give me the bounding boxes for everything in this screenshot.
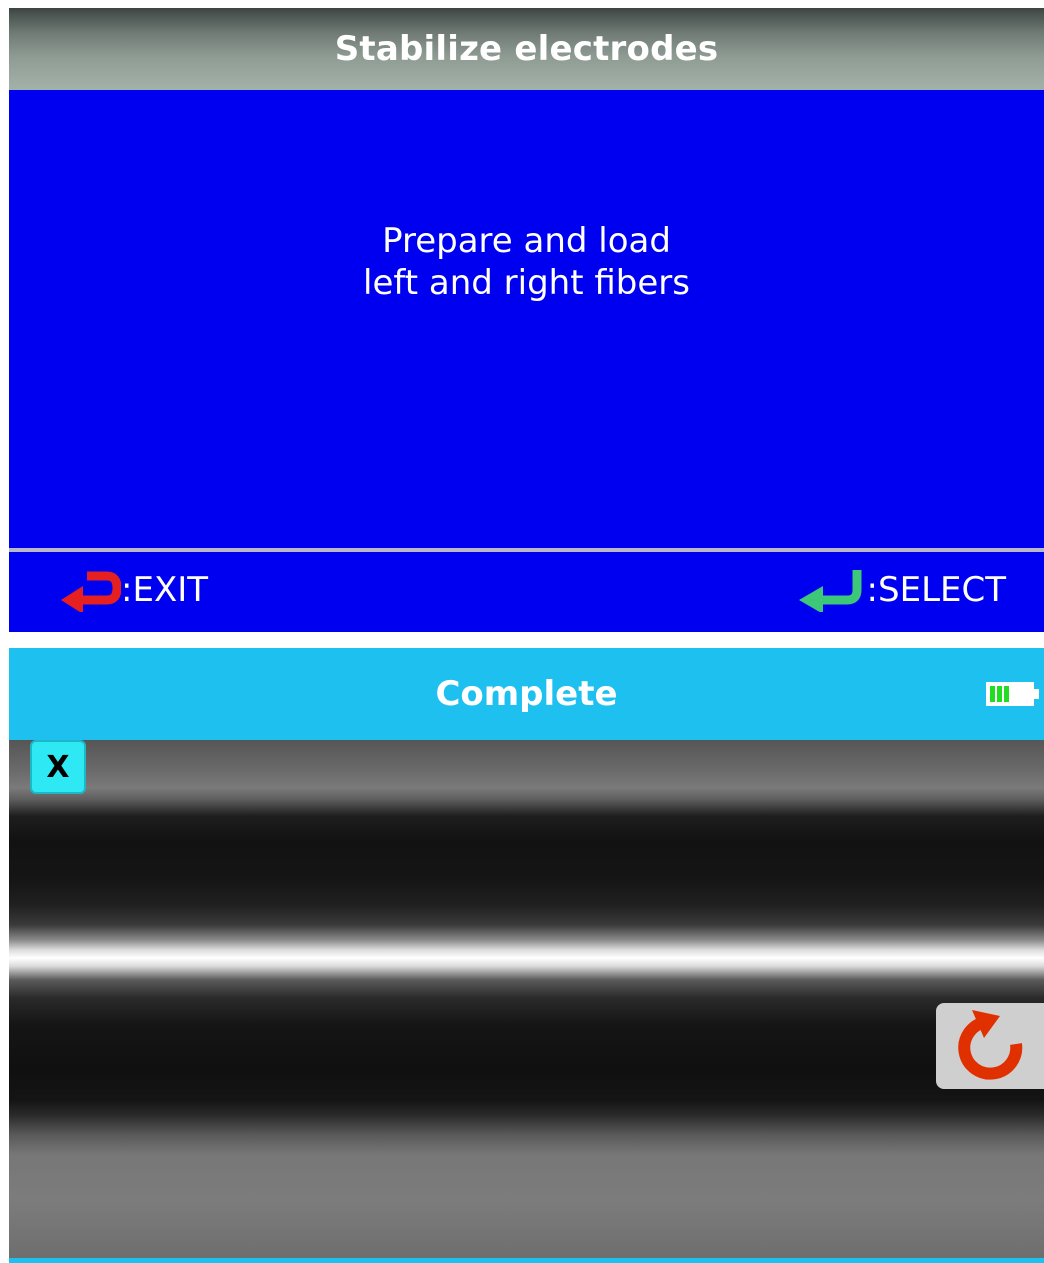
divider	[9, 548, 1044, 552]
close-button[interactable]: X	[30, 740, 86, 794]
battery-icon	[986, 682, 1040, 706]
select-label: :SELECT	[866, 570, 1006, 610]
instruction-line-2: left and right fibers	[363, 263, 690, 303]
redo-button[interactable]	[936, 1003, 1044, 1089]
complete-screen: Complete X	[9, 648, 1044, 1263]
screen-title: Stabilize electrodes	[9, 8, 1044, 90]
return-arrow-icon	[59, 568, 121, 612]
enter-arrow-icon	[797, 568, 867, 612]
redo-icon	[950, 1004, 1030, 1088]
exit-softkey[interactable]: :EXIT	[59, 568, 208, 612]
fiber-camera-view	[9, 740, 1044, 1258]
select-softkey[interactable]: :SELECT	[797, 568, 1006, 612]
instruction-line-1: Prepare and load	[382, 221, 671, 261]
stabilize-electrodes-screen: Stabilize electrodes Prepare and load le…	[9, 8, 1044, 632]
exit-label: :EXIT	[121, 570, 209, 610]
instruction-message: Prepare and load left and right fibers	[9, 220, 1044, 304]
screen-title: Complete	[435, 674, 618, 714]
